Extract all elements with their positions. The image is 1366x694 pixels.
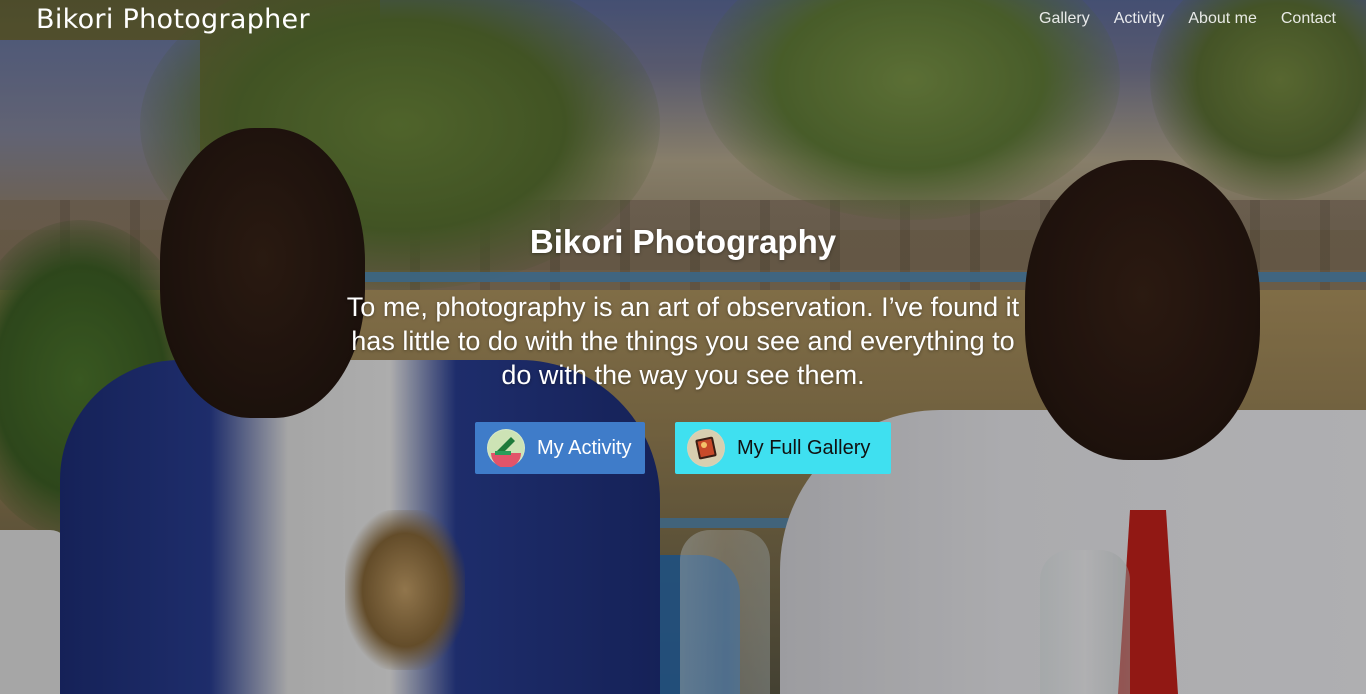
activity-icon bbox=[487, 429, 525, 467]
my-full-gallery-button[interactable]: My Full Gallery bbox=[675, 422, 891, 474]
hero-title: Bikori Photography bbox=[529, 223, 837, 260]
my-activity-button[interactable]: My Activity bbox=[475, 422, 645, 474]
hero-section: Bikori Photographer Gallery Activity Abo… bbox=[0, 0, 1366, 694]
hero-content: Bikori Photography To me, photography is… bbox=[333, 220, 1033, 474]
brand-link[interactable]: Bikori Photographer bbox=[36, 4, 310, 35]
my-activity-label: My Activity bbox=[537, 436, 632, 459]
nav-link-gallery[interactable]: Gallery bbox=[1039, 10, 1090, 28]
my-full-gallery-label: My Full Gallery bbox=[737, 436, 871, 459]
hero-button-row: My Activity My Full Gallery bbox=[333, 422, 1033, 474]
nav-link-activity[interactable]: Activity bbox=[1114, 10, 1165, 28]
nav-link-contact[interactable]: Contact bbox=[1281, 10, 1336, 28]
navbar: Bikori Photographer Gallery Activity Abo… bbox=[0, 0, 1366, 44]
nav-link-about-me[interactable]: About me bbox=[1188, 10, 1256, 28]
hero-quote: To me, photography is an art of observat… bbox=[346, 292, 1020, 390]
gallery-icon bbox=[687, 429, 725, 467]
nav-links: Gallery Activity About me Contact bbox=[1039, 10, 1336, 28]
